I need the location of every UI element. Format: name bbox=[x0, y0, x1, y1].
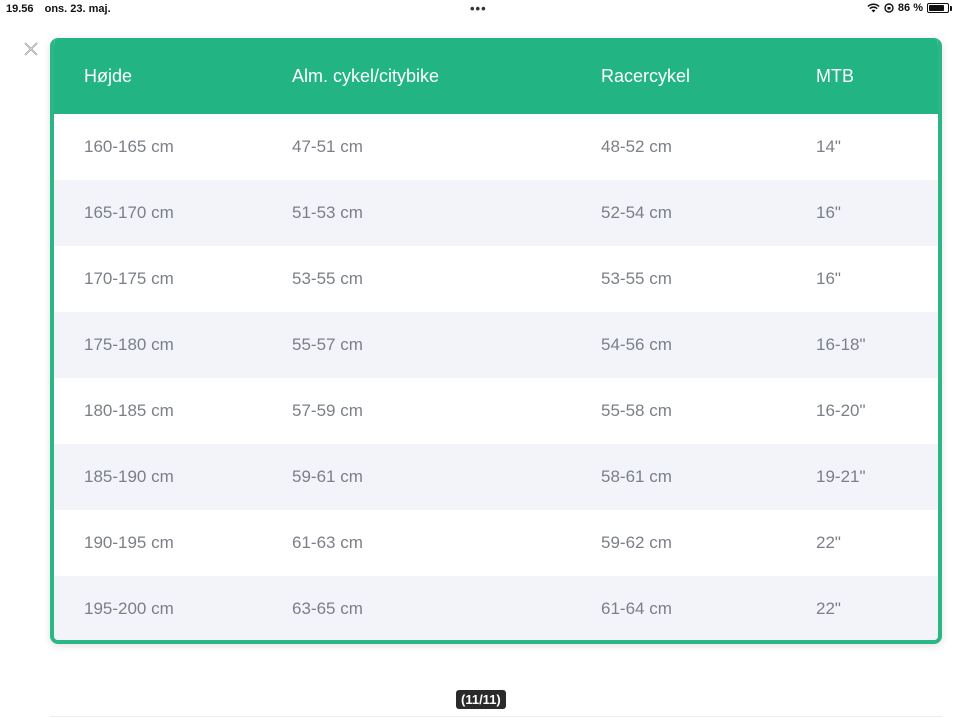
table-cell: 52-54 cm bbox=[601, 203, 672, 222]
table-cell: 16-18" bbox=[816, 335, 866, 354]
column-header: Racercykel bbox=[601, 65, 691, 86]
table-row: 185-190 cm 59-61 cm 58-61 cm 19-21" bbox=[54, 444, 938, 510]
table-cell: 59-62 cm bbox=[601, 533, 672, 552]
table-cell: 16-20" bbox=[816, 401, 866, 420]
table-cell: 22" bbox=[816, 533, 841, 552]
status-right: 86 % bbox=[867, 2, 952, 14]
table-cell: 16" bbox=[816, 269, 841, 288]
table-row: 180-185 cm 57-59 cm 55-58 cm 16-20" bbox=[54, 378, 938, 444]
orientation-lock-icon bbox=[884, 3, 894, 13]
table-cell: 61-63 cm bbox=[292, 533, 363, 552]
wifi-icon bbox=[867, 3, 880, 13]
column-header: MTB bbox=[816, 65, 854, 86]
battery-percent: 86 % bbox=[897, 2, 923, 14]
table-row: 170-175 cm 53-55 cm 53-55 cm 16" bbox=[54, 246, 938, 312]
table-cell: 63-65 cm bbox=[292, 599, 363, 618]
bottom-divider bbox=[50, 716, 942, 717]
table-cell: 57-59 cm bbox=[292, 401, 363, 420]
table-cell: 48-52 cm bbox=[601, 137, 672, 156]
multitask-dots-icon[interactable]: ••• bbox=[470, 1, 487, 16]
size-chart-table: Højde Alm. cykel/citybike Racercykel MTB 16… bbox=[50, 38, 942, 644]
table-cell: 195-200 cm bbox=[84, 599, 174, 618]
column-header: Højde bbox=[84, 65, 133, 86]
table-cell: 47-51 cm bbox=[292, 137, 363, 156]
table-cell: 19-21" bbox=[816, 467, 866, 486]
table-cell: 160-165 cm bbox=[84, 137, 174, 156]
table-header-row: Højde Alm. cykel/citybike Racercykel MTB bbox=[54, 38, 938, 114]
status-left: 19.56 ons. 23. maj. bbox=[6, 3, 119, 15]
table-cell: 55-58 cm bbox=[601, 401, 672, 420]
table-cell: 185-190 cm bbox=[84, 467, 174, 486]
status-date: ons. 23. maj. bbox=[44, 3, 111, 15]
table-row: 165-170 cm 51-53 cm 52-54 cm 16" bbox=[54, 180, 938, 246]
size-table: Højde Alm. cykel/citybike Racercykel MTB 16… bbox=[54, 38, 938, 640]
status-time: 19.56 bbox=[6, 3, 34, 15]
table-cell: 54-56 cm bbox=[601, 335, 672, 354]
close-button[interactable] bbox=[22, 40, 40, 58]
battery-icon bbox=[927, 3, 949, 13]
table-cell: 22" bbox=[816, 599, 841, 618]
status-bar: 19.56 ons. 23. maj. ••• 86 % bbox=[0, 0, 960, 18]
table-cell: 14" bbox=[816, 137, 841, 156]
column-header: Alm. cykel/citybike bbox=[292, 65, 440, 86]
table-cell: 51-53 cm bbox=[292, 203, 363, 222]
battery-level bbox=[929, 5, 945, 11]
close-icon bbox=[24, 42, 38, 56]
table-cell: 180-185 cm bbox=[84, 401, 174, 420]
table-cell: 53-55 cm bbox=[292, 269, 363, 288]
table-cell: 55-57 cm bbox=[292, 335, 363, 354]
table-cell: 165-170 cm bbox=[84, 203, 174, 222]
table-row: 175-180 cm 55-57 cm 54-56 cm 16-18" bbox=[54, 312, 938, 378]
table-row: 160-165 cm 47-51 cm 48-52 cm 14" bbox=[54, 114, 938, 180]
image-counter: (11/11) bbox=[456, 690, 506, 709]
table-cell: 170-175 cm bbox=[84, 269, 174, 288]
table-cell: 190-195 cm bbox=[84, 533, 174, 552]
table-cell: 61-64 cm bbox=[601, 599, 672, 618]
table-row: 190-195 cm 61-63 cm 59-62 cm 22" bbox=[54, 510, 938, 576]
table-cell: 16" bbox=[816, 203, 841, 222]
table-body: 160-165 cm 47-51 cm 48-52 cm 14" 165-170 cm 5… bbox=[54, 114, 938, 640]
table-cell: 58-61 cm bbox=[601, 467, 672, 486]
battery-tip bbox=[950, 5, 952, 11]
table-row: 195-200 cm 63-65 cm 61-64 cm 22" bbox=[54, 576, 938, 640]
table-cell: 53-55 cm bbox=[601, 269, 672, 288]
table-cell: 175-180 cm bbox=[84, 335, 174, 354]
table-cell: 59-61 cm bbox=[292, 467, 363, 486]
